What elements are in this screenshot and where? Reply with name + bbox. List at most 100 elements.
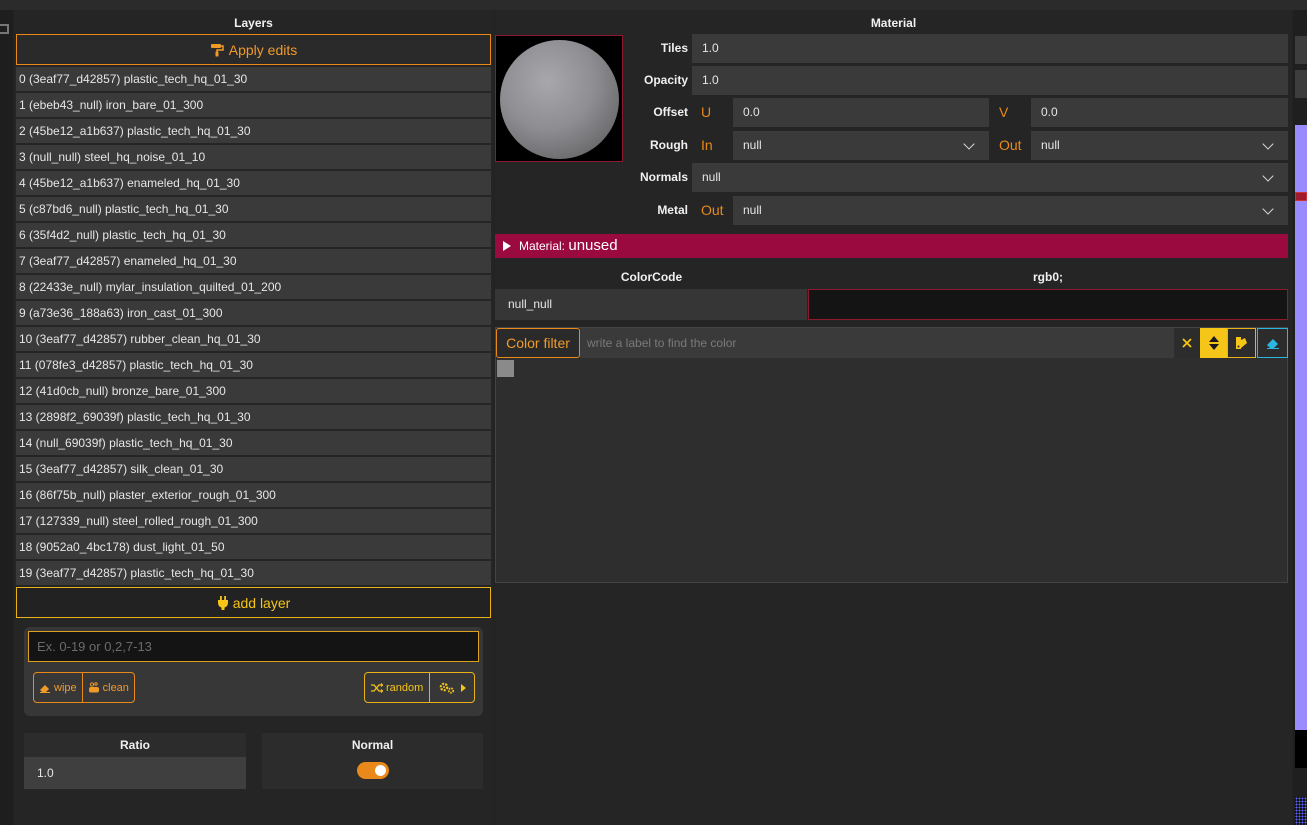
material-status-prefix: Material: xyxy=(519,239,566,253)
layer-item[interactable]: 16 (86f75b_null) plaster_exterior_rough_… xyxy=(16,483,491,507)
layer-item[interactable]: 5 (c87bd6_null) plastic_tech_hq_01_30 xyxy=(16,197,491,221)
rgb-color-swatch[interactable] xyxy=(808,289,1288,320)
layer-item[interactable]: 12 (41d0cb_null) bronze_bare_01_300 xyxy=(16,379,491,403)
right-edge-strip xyxy=(1293,10,1307,825)
ratio-label: Ratio xyxy=(120,738,150,752)
pixel-pattern xyxy=(1295,797,1307,825)
layer-item[interactable]: 4 (45be12_a1b637) enameled_hq_01_30 xyxy=(16,171,491,195)
rough-out-value: null xyxy=(1041,138,1060,152)
rough-out-tag: Out xyxy=(999,137,1022,153)
normals-label: Normals xyxy=(639,170,688,184)
rough-out-select[interactable]: null xyxy=(1031,131,1288,160)
plug-icon xyxy=(217,595,228,610)
metal-row: Metal Out null xyxy=(626,196,1288,225)
metal-label: Metal xyxy=(657,203,688,217)
offset-v-tag: V xyxy=(999,104,1009,120)
right-tool-button[interactable] xyxy=(1295,70,1307,98)
layer-item[interactable]: 11 (078fe3_d42857) plastic_tech_hq_01_30 xyxy=(16,353,491,377)
layer-range-input[interactable] xyxy=(28,631,479,662)
chevron-down-icon xyxy=(963,138,975,150)
metal-out-select[interactable]: null xyxy=(733,196,1288,225)
rough-in-select[interactable]: null xyxy=(733,131,989,160)
layer-item[interactable]: 10 (3eaf77_d42857) rubber_clean_hq_01_30 xyxy=(16,327,491,351)
palette-button[interactable] xyxy=(1227,328,1256,358)
gears-icon xyxy=(439,682,455,694)
random-button[interactable]: random xyxy=(365,673,429,702)
eraser-icon xyxy=(1266,339,1279,349)
shuffle-icon xyxy=(371,682,383,693)
layer-item[interactable]: 7 (3eaf77_d42857) enameled_hq_01_30 xyxy=(16,249,491,273)
top-bar xyxy=(0,0,1307,10)
toggle-knob xyxy=(375,765,386,776)
layer-range-box: wipe clean random xyxy=(24,627,483,716)
eraser-icon xyxy=(40,684,50,693)
chevron-down-icon xyxy=(1262,170,1274,182)
rough-in-tag: In xyxy=(701,137,713,153)
material-status-bar[interactable]: Material: unused xyxy=(495,234,1288,258)
viewport-marker xyxy=(1295,192,1307,201)
layer-item[interactable]: 1 (ebeb43_null) iron_bare_01_300 xyxy=(16,93,491,117)
wipe-clean-group: wipe clean xyxy=(33,672,135,703)
tiles-input[interactable]: 1.0 xyxy=(692,34,1288,63)
normals-value: null xyxy=(702,170,721,184)
layer-item[interactable]: 8 (22433e_null) mylar_insulation_quilted… xyxy=(16,275,491,299)
offset-u-input[interactable]: 0.0 xyxy=(733,98,989,127)
apply-edits-label: Apply edits xyxy=(228,41,298,58)
layer-item[interactable]: 15 (3eaf77_d42857) silk_clean_01_30 xyxy=(16,457,491,481)
right-tool-button[interactable] xyxy=(1295,36,1307,64)
colorcode-value: null_null xyxy=(495,289,807,320)
opacity-row: Opacity 1.0 xyxy=(626,66,1288,95)
apply-edits-button[interactable]: Apply edits xyxy=(16,34,491,65)
layer-item[interactable]: 9 (a73e36_188a63) iron_cast_01_300 xyxy=(16,301,491,325)
colorcode-header: ColorCode xyxy=(620,270,683,284)
color-filter-input[interactable] xyxy=(580,328,1174,358)
layer-item[interactable]: 14 (null_69039f) plastic_tech_hq_01_30 xyxy=(16,431,491,455)
layer-item[interactable]: 0 (3eaf77_d42857) plastic_tech_hq_01_30 xyxy=(16,67,491,91)
rough-in-value: null xyxy=(743,138,762,152)
layer-item[interactable]: 19 (3eaf77_d42857) plastic_tech_hq_01_30 xyxy=(16,561,491,585)
layer-item[interactable]: 18 (9052a0_4bc178) dust_light_01_50 xyxy=(16,535,491,559)
expand-triangle-icon xyxy=(503,241,511,251)
offset-v-input[interactable]: 0.0 xyxy=(1031,98,1288,127)
add-layer-label: add layer xyxy=(232,594,291,611)
normal-toggle[interactable] xyxy=(357,762,389,779)
color-swatch[interactable] xyxy=(497,360,514,377)
viewport-dark-region xyxy=(1295,730,1307,768)
chevron-down-icon xyxy=(1262,138,1274,150)
clean-button[interactable]: clean xyxy=(81,673,134,702)
settings-dropdown-button[interactable] xyxy=(429,673,474,702)
layer-item[interactable]: 13 (2898f2_69039f) plastic_tech_hq_01_30 xyxy=(16,405,491,429)
clear-filter-button[interactable] xyxy=(1174,328,1200,358)
sort-button[interactable] xyxy=(1200,328,1227,358)
layer-item[interactable]: 6 (35f4d2_null) plastic_tech_hq_01_30 xyxy=(16,223,491,247)
wipe-label: wipe xyxy=(54,681,77,694)
layer-item[interactable]: 17 (127339_null) steel_rolled_rough_01_3… xyxy=(16,509,491,533)
color-filter-button[interactable]: Color filter xyxy=(496,328,580,358)
layer-item[interactable]: 2 (45be12_a1b637) plastic_tech_hq_01_30 xyxy=(16,119,491,143)
layer-list: 0 (3eaf77_d42857) plastic_tech_hq_01_30 … xyxy=(16,67,491,587)
rgb-header: rgb0; xyxy=(1033,270,1063,284)
layer-item[interactable]: 3 (null_null) steel_hq_noise_01_10 xyxy=(16,145,491,169)
add-layer-button[interactable]: add layer xyxy=(16,587,491,618)
normal-box: Normal xyxy=(262,733,483,789)
metal-out-tag: Out xyxy=(701,202,724,218)
normal-label: Normal xyxy=(351,738,394,752)
opacity-label: Opacity xyxy=(643,73,688,87)
clean-label: clean xyxy=(102,681,129,694)
wipe-button[interactable]: wipe xyxy=(34,673,82,702)
rough-row: Rough In null Out null xyxy=(626,131,1288,160)
tiles-row: Tiles 1.0 xyxy=(626,34,1288,63)
layers-panel: Layers Apply edits 0 (3eaf77_d42857) pla… xyxy=(14,10,493,825)
soap-icon xyxy=(88,682,99,693)
viewport-preview xyxy=(1295,125,1307,768)
normals-select[interactable]: null xyxy=(692,163,1288,192)
offset-label: Offset xyxy=(653,105,688,119)
metal-out-value: null xyxy=(743,203,762,217)
opacity-input[interactable]: 1.0 xyxy=(692,66,1288,95)
ratio-value-field[interactable]: 1.0 xyxy=(24,757,246,789)
paint-roller-icon xyxy=(210,43,224,56)
panel-toggle-icon[interactable] xyxy=(0,24,9,34)
offset-row: Offset U 0.0 V 0.0 xyxy=(626,98,1288,127)
rough-label: Rough xyxy=(650,138,688,152)
eraser-button[interactable] xyxy=(1257,328,1288,358)
